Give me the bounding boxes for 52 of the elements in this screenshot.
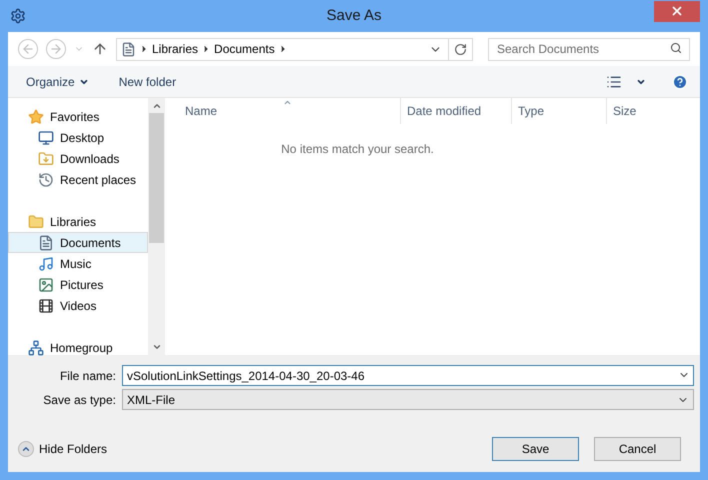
- scroll-down-icon[interactable]: [152, 342, 162, 352]
- clock-icon: [38, 172, 54, 188]
- search-field[interactable]: Search Documents: [488, 38, 690, 60]
- dialog-button[interactable]: Save: [492, 437, 579, 461]
- type-label: Save as type:: [42, 392, 117, 408]
- refresh-icon[interactable]: [454, 42, 467, 56]
- breadcrumb[interactable]: Libraries: [152, 40, 198, 58]
- close-icon: [670, 4, 684, 18]
- sidebar-item[interactable]: Downloads: [8, 148, 148, 169]
- column-header[interactable]: Name: [165, 98, 401, 124]
- view-icon[interactable]: [606, 74, 622, 90]
- picture-icon: [38, 276, 54, 292]
- document-icon: [38, 234, 54, 250]
- sidebar-item[interactable]: Favorites: [8, 106, 148, 127]
- file-name-label: File name:: [58, 368, 117, 384]
- help-icon[interactable]: [672, 74, 688, 90]
- dialog-button[interactable]: Cancel: [594, 437, 681, 461]
- type-dropdown[interactable]: XML-File: [122, 389, 694, 410]
- sidebar-item[interactable]: Desktop: [8, 127, 148, 148]
- column-header[interactable]: Type: [512, 98, 607, 124]
- music-note-icon: [38, 256, 54, 272]
- file-name-field[interactable]: vSolutionLinkSettings_2014-04-30_20-03-46: [122, 365, 694, 386]
- folder-download-icon: [38, 150, 54, 166]
- gear-icon: [10, 8, 26, 24]
- hide-folders-button[interactable]: Hide Folders: [18, 440, 108, 458]
- close-button[interactable]: [654, 0, 700, 22]
- window-title: Save As: [326, 6, 382, 26]
- scrollbar[interactable]: [148, 98, 165, 355]
- sidebar-item[interactable]: Music: [8, 253, 148, 274]
- star-icon: [28, 108, 44, 124]
- sidebar-item[interactable]: Homegroup: [8, 337, 148, 358]
- network-icon: [28, 340, 44, 356]
- empty-message: No items match your search.: [281, 141, 434, 158]
- organize-menu[interactable]: Organize: [26, 72, 89, 90]
- sidebar-item[interactable]: Pictures: [8, 274, 148, 295]
- sidebar-item[interactable]: Documents: [8, 232, 148, 253]
- scroll-thumb[interactable]: [149, 113, 164, 243]
- new-folder-button[interactable]: New folder: [118, 72, 176, 90]
- film-icon: [38, 298, 54, 314]
- sidebar-item[interactable]: Libraries: [8, 211, 148, 232]
- sidebar-item[interactable]: Recent places: [8, 169, 148, 190]
- address-bar[interactable]: Libraries Documents: [116, 38, 473, 60]
- collapse-icon: [18, 441, 34, 457]
- search-icon: [670, 42, 682, 54]
- scroll-up-icon[interactable]: [152, 101, 162, 111]
- column-header[interactable]: Size: [607, 98, 687, 124]
- document-icon: [121, 42, 136, 56]
- breadcrumb[interactable]: Documents: [214, 40, 275, 58]
- column-header[interactable]: Date modified: [401, 98, 512, 124]
- monitor-icon: [38, 130, 54, 146]
- sidebar-item[interactable]: Videos: [8, 295, 148, 316]
- folder-icon: [28, 214, 44, 230]
